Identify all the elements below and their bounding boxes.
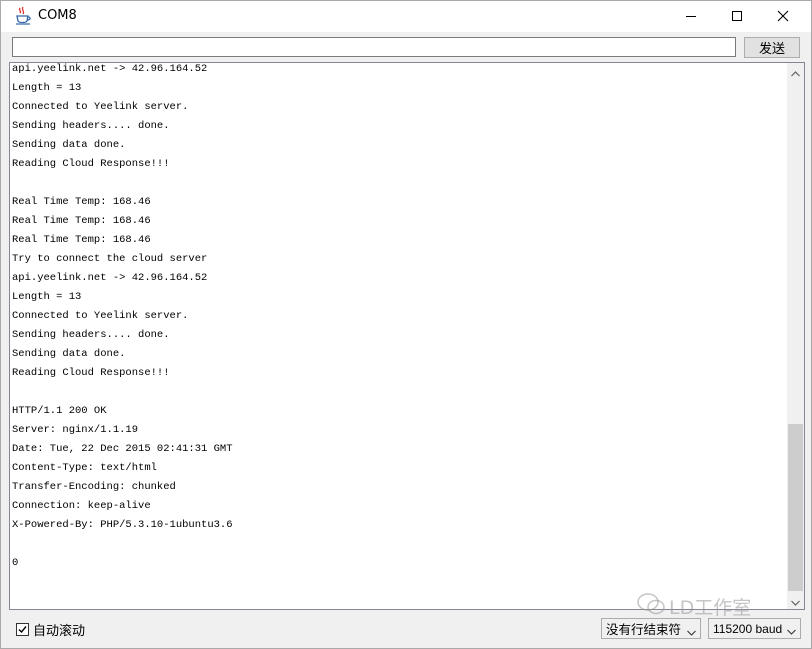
output-line: Length = 13: [12, 291, 82, 303]
close-button[interactable]: [760, 1, 806, 32]
serial-output-area[interactable]: api.yeelink.net -> 42.96.164.52 Length = …: [9, 62, 805, 610]
chevron-down-icon: [787, 624, 796, 638]
scrollbar-thumb[interactable]: [788, 424, 803, 591]
line-ending-select[interactable]: 没有行结束符: [601, 618, 701, 639]
output-line: api.yeelink.net -> 42.96.164.52: [12, 63, 208, 75]
status-bar: 自动滚动 没有行结束符 115200 baud: [1, 613, 811, 648]
autoscroll-label: 自动滚动: [33, 624, 86, 639]
minimize-button[interactable]: [668, 1, 714, 32]
output-line: Content-Type: text/html: [12, 462, 157, 474]
autoscroll-checkbox[interactable]: [16, 623, 29, 636]
maximize-button[interactable]: [714, 1, 760, 32]
scroll-down-button[interactable]: [787, 592, 804, 609]
send-input[interactable]: [12, 37, 736, 57]
chevron-up-icon: [791, 63, 800, 81]
output-line: HTTP/1.1 200 OK: [12, 405, 107, 417]
output-line: Sending data done.: [12, 139, 126, 151]
java-cup-icon: [15, 6, 31, 25]
output-line: Connected to Yeelink server.: [12, 101, 189, 113]
output-line: Date: Tue, 22 Dec 2015 02:41:31 GMT: [12, 443, 233, 455]
output-line: Real Time Temp: 168.46: [12, 234, 151, 246]
output-line: Server: nginx/1.1.19: [12, 424, 139, 436]
close-icon: [777, 7, 789, 26]
autoscroll-toggle[interactable]: 自动滚动: [16, 620, 85, 639]
output-line: Try to connect the cloud server: [12, 253, 208, 265]
scroll-up-button[interactable]: [787, 63, 804, 80]
output-line: Length = 13: [12, 82, 82, 94]
output-line: Real Time Temp: 168.46: [12, 215, 151, 227]
minimize-icon: [685, 7, 697, 26]
baud-rate-select[interactable]: 115200 baud: [708, 618, 801, 639]
output-line: Transfer-Encoding: chunked: [12, 481, 176, 493]
output-line: api.yeelink.net -> 42.96.164.52: [12, 272, 208, 284]
vertical-scrollbar[interactable]: [787, 63, 804, 609]
send-button[interactable]: 发送: [744, 37, 800, 58]
baud-rate-value: 115200 baud: [713, 621, 783, 636]
output-line: 0: [12, 557, 19, 569]
output-line: Sending headers.... done.: [12, 329, 170, 341]
chevron-down-icon: [687, 624, 696, 639]
output-line: Sending headers.... done.: [12, 120, 170, 132]
output-line: Reading Cloud Response!!!: [12, 158, 170, 170]
output-line: Sending data done.: [12, 348, 126, 360]
serial-output-text: api.yeelink.net -> 42.96.164.52 Length = …: [12, 63, 787, 573]
title-bar[interactable]: COM8: [1, 1, 811, 32]
serial-monitor-window: COM8 发送 api.yeelink.net -> 42.96.164.52 L…: [0, 0, 812, 649]
output-line: Reading Cloud Response!!!: [12, 367, 170, 379]
output-line: Connection: keep-alive: [12, 500, 151, 512]
maximize-icon: [731, 7, 743, 26]
output-line: Connected to Yeelink server.: [12, 310, 189, 322]
output-line: X-Powered-By: PHP/5.3.10-1ubuntu3.6: [12, 519, 233, 531]
window-title: COM8: [38, 8, 77, 23]
chevron-down-icon: [791, 591, 800, 609]
output-line: Real Time Temp: 168.46: [12, 196, 151, 208]
line-ending-value: 没有行结束符: [606, 622, 682, 637]
